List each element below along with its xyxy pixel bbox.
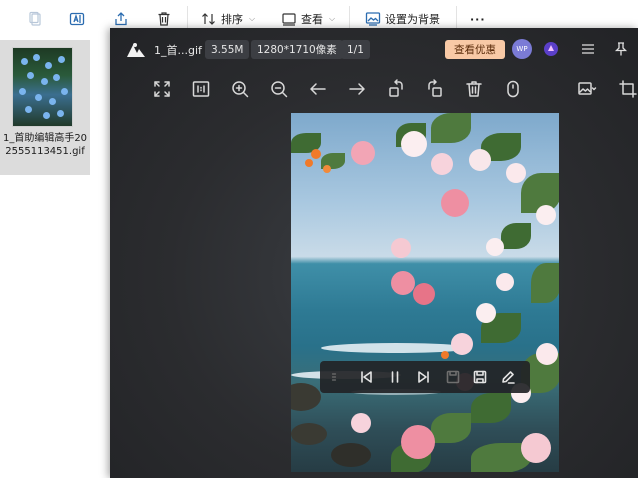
next-icon (349, 83, 365, 95)
playbar-drag-handle[interactable] (328, 367, 340, 387)
file-thumbnail (12, 47, 73, 127)
more-icon: ··· (470, 12, 486, 26)
image-options-button[interactable] (572, 77, 602, 101)
share-button[interactable] (113, 8, 129, 30)
pause-icon (391, 371, 399, 383)
save-button[interactable] (470, 367, 490, 387)
pause-button[interactable] (385, 367, 405, 387)
actual-size-button[interactable] (189, 77, 213, 101)
first-frame-icon (361, 371, 372, 383)
sort-icon (202, 13, 215, 25)
chevron-down-icon: ⌵ (249, 14, 256, 23)
edit-icon (502, 371, 515, 384)
app-logo-icon (126, 40, 146, 59)
page-counter-badge: 1/1 (341, 40, 370, 59)
trash-icon (158, 12, 170, 26)
image-viewer-window: 1_首...gif 3.55M 1280*1710像素 1/1 查看优惠 WP (110, 28, 638, 478)
crop-icon (619, 80, 637, 98)
previous-button[interactable] (306, 77, 330, 101)
image-options-icon (578, 82, 597, 95)
delete-button[interactable] (156, 8, 172, 30)
avatar[interactable]: WP (512, 38, 532, 59)
view-icon (282, 13, 296, 26)
previous-icon (310, 83, 326, 95)
displayed-image[interactable] (291, 113, 559, 472)
info-icon (507, 80, 519, 98)
viewer-title-bar: 1_首...gif 3.55M 1280*1710像素 1/1 查看优惠 WP (110, 28, 638, 70)
actual-size-icon (192, 81, 210, 97)
menu-icon[interactable] (580, 39, 596, 58)
first-frame-button[interactable] (356, 367, 376, 387)
save-icon (473, 370, 487, 384)
next-button[interactable] (345, 77, 369, 101)
pin-icon[interactable] (613, 39, 629, 58)
vip-icon[interactable] (543, 39, 559, 58)
set-background-button[interactable]: 设置为背景 (365, 8, 440, 30)
delete-image-button[interactable] (462, 77, 486, 101)
set-background-label: 设置为背景 (385, 13, 440, 26)
toolbar-divider (456, 6, 457, 30)
zoom-out-icon (271, 81, 288, 98)
sort-label: 排序 (221, 13, 243, 26)
drag-handle-icon (331, 373, 337, 381)
chevron-down-icon: ⌵ (329, 14, 336, 23)
fullscreen-button[interactable] (150, 77, 174, 101)
rename-icon (69, 12, 85, 26)
share-icon (115, 12, 127, 26)
fullscreen-icon (154, 81, 170, 97)
more-options-button[interactable]: ··· (470, 8, 486, 30)
copy-button[interactable] (28, 8, 44, 30)
copy-icon (29, 11, 41, 26)
view-label: 查看 (301, 13, 323, 26)
delete-icon (466, 81, 482, 97)
file-size-badge: 3.55M (205, 40, 250, 59)
toolbar-divider (349, 6, 350, 30)
rotate-left-icon (389, 79, 403, 97)
next-frame-button[interactable] (414, 367, 434, 387)
crop-button[interactable] (616, 77, 638, 101)
edit-button[interactable] (498, 367, 518, 387)
file-name: 1_首助编辑高手202555113451.gif (2, 133, 88, 157)
save-frame-button[interactable] (443, 367, 463, 387)
next-frame-icon (418, 371, 429, 383)
zoom-in-icon (232, 81, 249, 98)
wallpaper-icon (365, 12, 381, 26)
info-button[interactable] (501, 77, 525, 101)
save-frame-icon (446, 370, 460, 384)
file-title: 1_首...gif (154, 43, 202, 57)
zoom-in-button[interactable] (228, 77, 252, 101)
rename-button[interactable] (69, 8, 85, 30)
toolbar-divider (187, 6, 188, 30)
dimensions-badge: 1280*1710像素 (251, 40, 343, 59)
promo-button[interactable]: 查看优惠 (445, 40, 505, 59)
zoom-out-button[interactable] (267, 77, 291, 101)
sort-button[interactable]: 排序 ⌵ (201, 8, 255, 30)
gif-playback-bar (320, 361, 530, 393)
viewer-toolbar (110, 74, 638, 104)
rotate-left-button[interactable] (384, 77, 408, 101)
view-button[interactable]: 查看 ⌵ (281, 8, 335, 30)
file-item[interactable]: 1_首助编辑高手202555113451.gif (0, 40, 90, 175)
rotate-right-icon (428, 79, 442, 97)
rotate-right-button[interactable] (423, 77, 447, 101)
